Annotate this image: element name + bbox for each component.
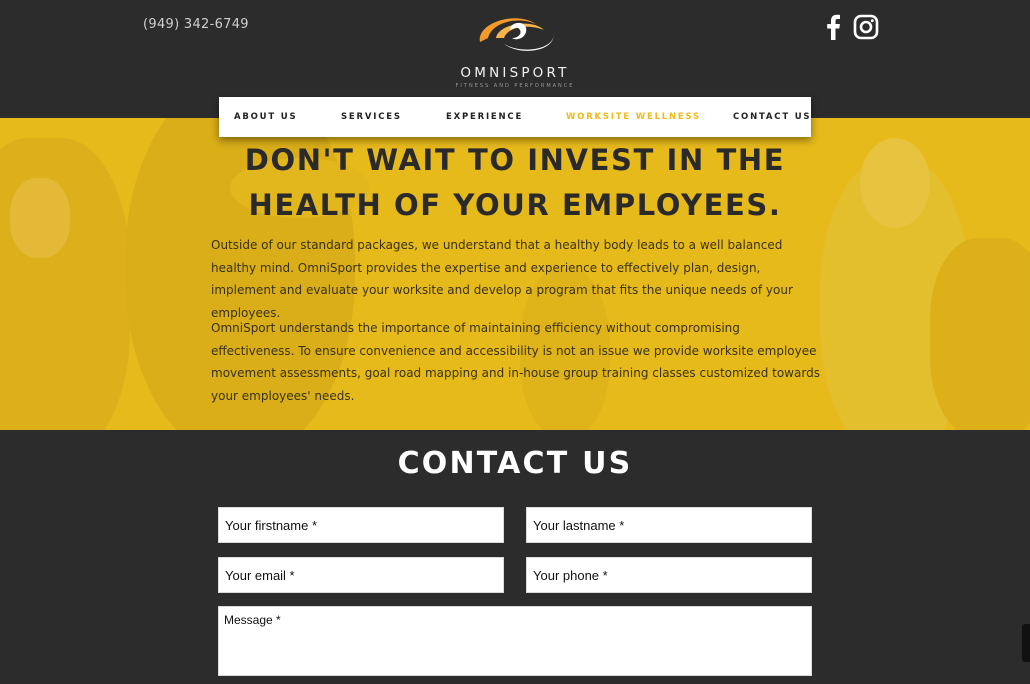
contact-heading: CONTACT US bbox=[397, 446, 633, 481]
nav-item-about-us[interactable]: ABOUT US bbox=[234, 112, 297, 122]
nav-item-experience[interactable]: EXPERIENCE bbox=[446, 112, 523, 122]
lastname-field[interactable] bbox=[526, 507, 812, 543]
nav-item-services[interactable]: SERVICES bbox=[341, 112, 402, 122]
phone-link[interactable]: (949) 342-6749 bbox=[143, 17, 249, 32]
omnisport-logo[interactable]: OMNISPORT FITNESS AND PERFORMANCE bbox=[436, 10, 596, 92]
facebook-icon bbox=[827, 14, 840, 41]
nav-item-worksite-wellness[interactable]: WORKSITE WELLNESS bbox=[566, 112, 701, 122]
phone-field[interactable] bbox=[526, 557, 812, 593]
hero-heading-line-2: HEALTH OF YOUR EMPLOYEES. bbox=[248, 188, 782, 222]
email-field[interactable] bbox=[218, 557, 504, 593]
hero-paragraph-1: Outside of our standard packages, we und… bbox=[211, 238, 793, 320]
instagram-icon bbox=[853, 14, 879, 40]
logo-mark-icon bbox=[479, 18, 554, 51]
hero-paragraph-2: OmniSport understands the importance of … bbox=[211, 321, 820, 403]
logo-tagline: FITNESS AND PERFORMANCE bbox=[455, 83, 575, 89]
instagram-link[interactable] bbox=[853, 14, 879, 44]
main-navigation: ABOUT US SERVICES EXPERIENCE WORKSITE WE… bbox=[219, 97, 811, 137]
message-field[interactable] bbox=[218, 606, 812, 676]
hero-heading: DON'T WAIT TO INVEST IN THE HEALTH OF YO… bbox=[180, 138, 850, 228]
floating-widget-tab[interactable] bbox=[1022, 624, 1030, 662]
hero-heading-line-1: DON'T WAIT TO INVEST IN THE bbox=[244, 143, 786, 177]
firstname-field[interactable] bbox=[218, 507, 504, 543]
facebook-link[interactable] bbox=[825, 14, 841, 44]
hero-section: DON'T WAIT TO INVEST IN THE HEALTH OF YO… bbox=[0, 118, 1030, 430]
nav-item-contact-us[interactable]: CONTACT US bbox=[733, 112, 811, 122]
logo-wordmark: OMNISPORT bbox=[460, 65, 570, 81]
